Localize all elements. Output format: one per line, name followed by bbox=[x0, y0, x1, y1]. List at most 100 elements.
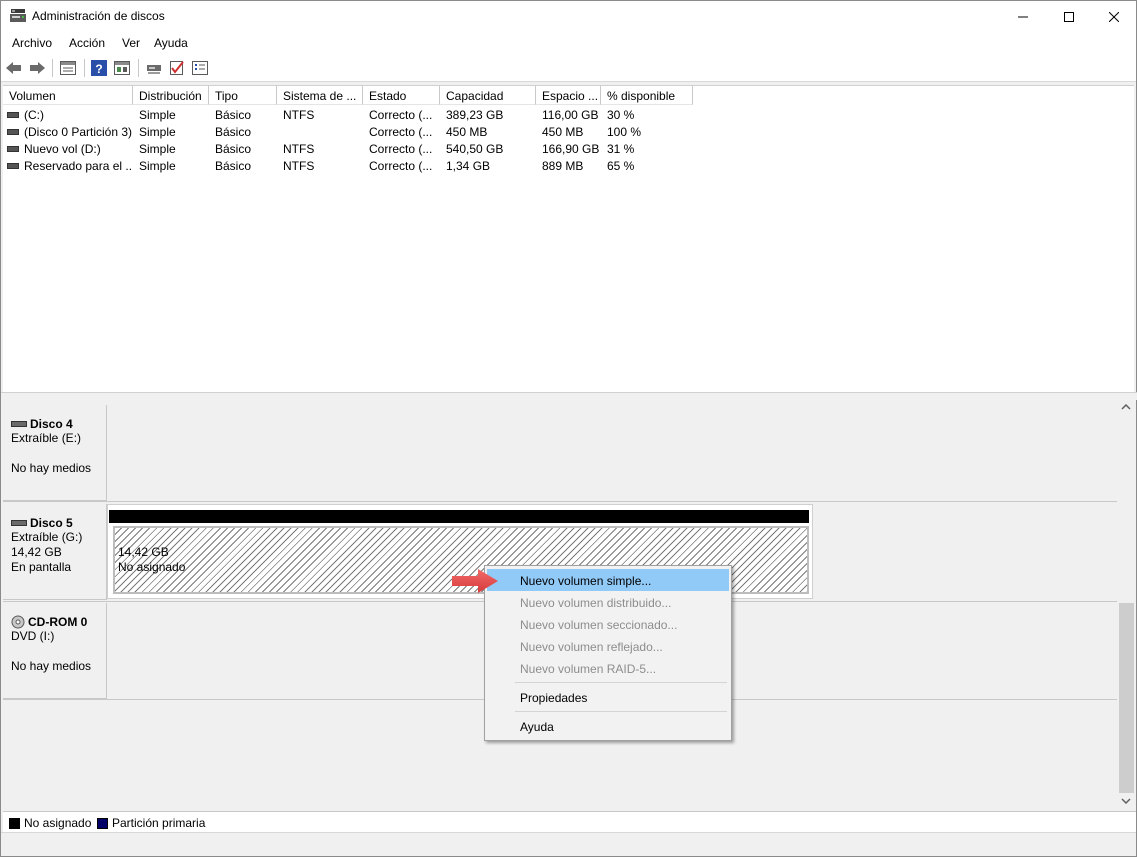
back-button[interactable] bbox=[5, 59, 23, 77]
cell-disponible: 100 % bbox=[607, 125, 642, 139]
menu-accion[interactable]: Acción bbox=[69, 36, 105, 50]
scroll-thumb[interactable] bbox=[1119, 603, 1134, 793]
show-hide-button[interactable] bbox=[113, 59, 131, 77]
disk-row-divider bbox=[3, 501, 1117, 502]
cell-disponible: 31 % bbox=[607, 142, 635, 156]
legend-swatch bbox=[97, 817, 108, 829]
cell-tipo: Básico bbox=[215, 108, 252, 122]
disk-management-app-icon bbox=[10, 9, 26, 22]
volume-list[interactable]: Volumen Distribución Tipo Sistema de ...… bbox=[3, 85, 1134, 392]
cell-espacio: 450 MB bbox=[542, 125, 584, 139]
close-button[interactable] bbox=[1091, 1, 1137, 32]
cell-capacidad: 540,50 GB bbox=[446, 142, 504, 156]
chevron-up-icon[interactable] bbox=[1121, 404, 1131, 410]
cell-tipo: Básico bbox=[215, 142, 252, 156]
menu-ver[interactable]: Ver bbox=[122, 36, 140, 50]
legend-label: Partición primaria bbox=[112, 816, 206, 830]
menu-separator bbox=[515, 682, 727, 683]
check-button[interactable] bbox=[168, 59, 186, 77]
disk-type: Extraíble (G:) bbox=[11, 530, 83, 544]
cell-espacio: 889 MB bbox=[542, 159, 584, 173]
disk-icon bbox=[11, 519, 27, 526]
cell-volumen: (Disco 0 Partición 3) bbox=[24, 125, 132, 139]
maximize-button[interactable] bbox=[1046, 1, 1092, 32]
pointer-arrow-icon bbox=[452, 569, 498, 593]
disk-type: DVD (I:) bbox=[11, 629, 55, 643]
context-menu: Nuevo volumen simple... Nuevo volumen di… bbox=[484, 565, 732, 741]
chevron-down-icon[interactable] bbox=[1121, 798, 1131, 804]
cell-sistema: NTFS bbox=[283, 108, 315, 122]
minimize-icon bbox=[1018, 16, 1028, 17]
menu-archivo[interactable]: Archivo bbox=[12, 36, 52, 50]
menu-bar: Archivo Acción Ver Ayuda bbox=[1, 32, 1136, 54]
drive-icon bbox=[147, 65, 161, 74]
properties-icon bbox=[192, 61, 208, 75]
column-header-volumen[interactable]: Volumen bbox=[3, 86, 133, 105]
vertical-scrollbar[interactable] bbox=[1117, 400, 1136, 810]
table-row[interactable]: Nuevo vol (D:) Simple Básico NTFS Correc… bbox=[3, 140, 703, 157]
column-header-capacidad[interactable]: Capacidad bbox=[440, 86, 536, 105]
column-header-espacio[interactable]: Espacio ... bbox=[536, 86, 601, 105]
disk-label-cd-rom-0[interactable]: CD-ROM 0 DVD (I:) No hay medios bbox=[3, 603, 107, 699]
connect-button[interactable] bbox=[145, 59, 163, 77]
console-tree-button[interactable] bbox=[59, 59, 77, 77]
column-header-distribucion[interactable]: Distribución bbox=[133, 86, 209, 105]
cell-distribucion: Simple bbox=[139, 125, 176, 139]
cell-tipo: Básico bbox=[215, 159, 252, 173]
forward-button[interactable] bbox=[28, 59, 46, 77]
disk-label-disco-5[interactable]: Disco 5 Extraíble (G:) 14,42 GB En panta… bbox=[3, 504, 107, 600]
disk-size bbox=[11, 644, 106, 659]
disk-size bbox=[11, 446, 106, 461]
close-icon bbox=[1109, 11, 1119, 22]
cell-sistema: NTFS bbox=[283, 142, 315, 156]
cell-tipo: Básico bbox=[215, 125, 252, 139]
legend-item-particion-primaria: Partición primaria bbox=[97, 816, 205, 830]
disk-name: Disco 5 bbox=[30, 515, 73, 530]
menu-item-propiedades[interactable]: Propiedades bbox=[487, 686, 729, 708]
cell-capacidad: 389,23 GB bbox=[446, 108, 504, 122]
menu-item-nuevo-volumen-simple[interactable]: Nuevo volumen simple... bbox=[487, 569, 729, 591]
disk-status: No hay medios bbox=[11, 659, 92, 673]
cell-capacidad: 450 MB bbox=[446, 125, 488, 139]
menu-item-nuevo-volumen-reflejado: Nuevo volumen reflejado... bbox=[520, 640, 663, 654]
cell-sistema: NTFS bbox=[283, 159, 315, 173]
column-header-disponible[interactable]: % disponible bbox=[601, 86, 693, 105]
disk-label-disco-4[interactable]: Disco 4 Extraíble (E:) No hay medios bbox=[3, 405, 107, 501]
help-button[interactable]: ? bbox=[90, 59, 108, 77]
column-header-tipo[interactable]: Tipo bbox=[209, 86, 277, 105]
properties-button[interactable] bbox=[191, 59, 209, 77]
cell-volumen: (C:) bbox=[24, 108, 44, 122]
column-header-estado[interactable]: Estado bbox=[363, 86, 440, 105]
cell-estado: Correcto (... bbox=[369, 125, 433, 139]
arrow-left-icon bbox=[6, 62, 21, 74]
table-row[interactable]: (Disco 0 Partición 3) Simple Básico Corr… bbox=[3, 123, 703, 140]
menu-item-nuevo-volumen-seccionado: Nuevo volumen seccionado... bbox=[520, 618, 678, 632]
disk-status: No hay medios bbox=[11, 461, 92, 475]
volume-icon bbox=[7, 129, 19, 135]
menu-ayuda[interactable]: Ayuda bbox=[154, 36, 188, 50]
disk-icon bbox=[11, 420, 27, 427]
help-icon: ? bbox=[91, 60, 107, 76]
cell-estado: Correcto (... bbox=[369, 159, 433, 173]
checkmark-icon bbox=[170, 61, 184, 75]
menu-separator bbox=[515, 711, 727, 712]
title-bar[interactable]: Administración de discos bbox=[1, 1, 1136, 32]
partition-info: 14,42 GB No asignado bbox=[118, 545, 185, 575]
table-row[interactable]: Reservado para el ... Simple Básico NTFS… bbox=[3, 157, 703, 174]
partition-size: 14,42 GB bbox=[118, 545, 169, 559]
legend-item-no-asignado: No asignado bbox=[9, 816, 91, 830]
panel-icon bbox=[114, 61, 130, 75]
pane-splitter[interactable] bbox=[1, 392, 1137, 400]
cell-disponible: 30 % bbox=[607, 108, 635, 122]
cell-disponible: 65 % bbox=[607, 159, 635, 173]
disk-name: Disco 4 bbox=[30, 416, 73, 431]
menu-item-ayuda[interactable]: Ayuda bbox=[487, 715, 729, 737]
svg-text:?: ? bbox=[95, 62, 102, 76]
arrow-right-icon bbox=[30, 62, 45, 74]
cell-espacio: 166,90 GB bbox=[542, 142, 600, 156]
legend-swatch bbox=[9, 817, 20, 829]
table-row[interactable]: (C:) Simple Básico NTFS Correcto (... 38… bbox=[3, 106, 703, 123]
column-header-sistema[interactable]: Sistema de ... bbox=[277, 86, 363, 105]
minimize-button[interactable] bbox=[1000, 1, 1046, 32]
menu-item-nuevo-volumen-distribuido: Nuevo volumen distribuido... bbox=[520, 596, 672, 610]
